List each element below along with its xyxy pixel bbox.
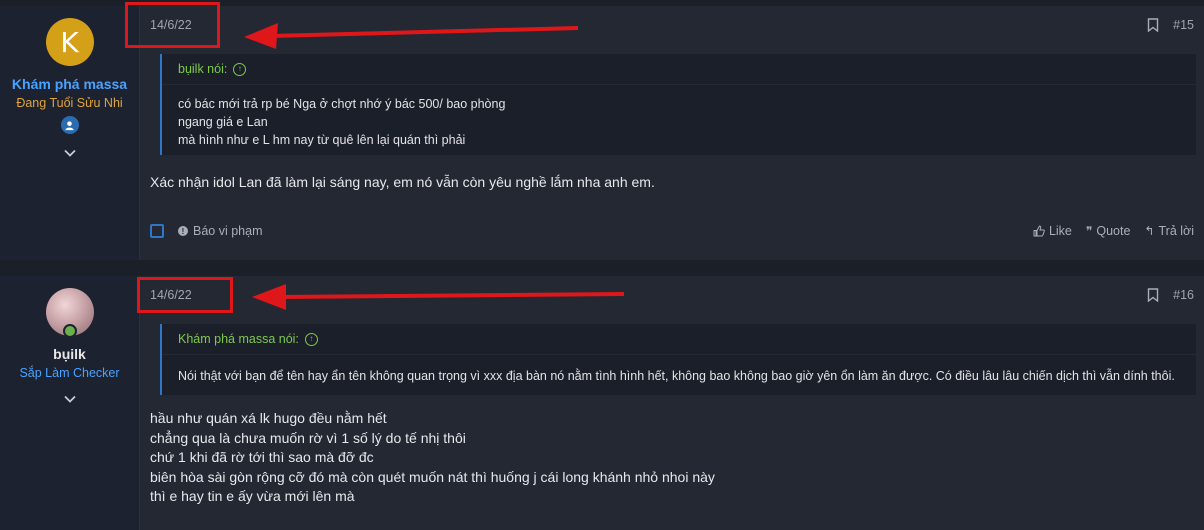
quote-line: có bác mới trả rp bé Nga ở chợt nhớ ý bá… [178, 97, 506, 111]
reply-icon: ↰ [1144, 224, 1155, 238]
username[interactable]: bụilk [53, 346, 86, 362]
message-line: Xác nhận idol Lan đã làm lại sáng nay, e… [150, 174, 655, 190]
date-highlight-box [137, 277, 233, 313]
quote-block: bụilk nói: ↑ có bác mới trả rp bé Nga ở … [160, 54, 1196, 155]
info-icon: ! [178, 226, 188, 236]
message-line: chẳng qua là chưa muốn rờ vì 1 số lý do … [150, 429, 466, 446]
message-body: hầu như quán xá lk hugo đều nằm hết chẳn… [150, 395, 1196, 507]
post-number[interactable]: #16 [1173, 288, 1194, 302]
like-icon [1033, 225, 1045, 237]
user-info: K Khám phá massa Đang Tuổi Sửu Nhi [0, 6, 140, 260]
quote-body: Nói thật với bạn để tên hay ẩn tên không… [162, 355, 1196, 395]
user-title: Đang Tuổi Sửu Nhi [16, 96, 123, 110]
message-body: Xác nhận idol Lan đã làm lại sáng nay, e… [150, 155, 1196, 193]
bookmark-icon[interactable] [1147, 18, 1159, 32]
report-label: Báo vi phạm [193, 224, 263, 238]
chevron-down-icon[interactable] [63, 146, 77, 160]
reply-label: Trả lời [1158, 224, 1194, 238]
quote-block: Khám phá massa nói: ↑ Nói thật với bạn đ… [160, 324, 1196, 395]
staff-badge-icon [60, 116, 79, 134]
select-checkbox[interactable] [150, 224, 164, 238]
message-line: chứ 1 khi đã rờ tới thì sao mà đỡ đc [150, 449, 374, 465]
post-content: 14/6/22 #16 Khám phá massa nói: ↑ Nói th… [140, 276, 1204, 530]
post-footer: ! Báo vi phạm Like ❞ Quote ↰ Trả lời [150, 224, 1194, 238]
like-button[interactable]: Like [1033, 224, 1072, 238]
reply-button[interactable]: ↰ Trả lời [1144, 224, 1194, 238]
avatar[interactable] [45, 288, 94, 338]
annotation-arrow-icon [244, 23, 579, 49]
quote-label: Quote [1096, 224, 1131, 238]
quote-button[interactable]: ❞ Quote [1086, 224, 1131, 238]
quote-line: ngang giá e Lan [178, 115, 268, 129]
report-link[interactable]: ! Báo vi phạm [178, 224, 262, 238]
user-title: Sắp Làm Checker [19, 366, 120, 380]
quote-author[interactable]: bụilk nói: [178, 62, 227, 76]
message-line: hầu như quán xá lk hugo đều nằm hết [150, 410, 387, 426]
post-number[interactable]: #15 [1173, 18, 1194, 32]
quote-line: Nói thật với bạn để tên hay ẩn tên không… [178, 369, 1175, 383]
up-arrow-circle-icon[interactable]: ↑ [233, 62, 247, 76]
quote-header[interactable]: bụilk nói: ↑ [162, 54, 1196, 85]
quote-line: mà hình như e L hm nay từ quê lên lại qu… [178, 133, 466, 147]
user-info: bụilk Sắp Làm Checker [0, 276, 140, 530]
bookmark-icon[interactable] [1147, 288, 1159, 302]
post-16: bụilk Sắp Làm Checker 14/6/22 #16 Khám p… [0, 276, 1204, 530]
annotation-arrow-icon [252, 284, 625, 310]
avatar[interactable]: K [45, 18, 94, 66]
chevron-down-icon[interactable] [63, 392, 77, 406]
online-status-icon [62, 324, 77, 338]
message-line: thì e hay tin e ấy vừa mới lên mà [150, 488, 355, 504]
like-label: Like [1048, 224, 1072, 238]
message-line: biên hòa sài gòn rộng cỡ đó mà còn quét … [150, 468, 715, 485]
username[interactable]: Khám phá massa [12, 76, 127, 92]
up-arrow-circle-icon[interactable]: ↑ [304, 332, 318, 346]
date-highlight-box [125, 2, 220, 48]
quote-icon: ❞ [1085, 224, 1093, 238]
quote-header[interactable]: Khám phá massa nói: ↑ [162, 324, 1196, 355]
quote-author[interactable]: Khám phá massa nói: [178, 332, 299, 346]
quote-body: có bác mới trả rp bé Nga ở chợt nhớ ý bá… [162, 85, 1196, 155]
